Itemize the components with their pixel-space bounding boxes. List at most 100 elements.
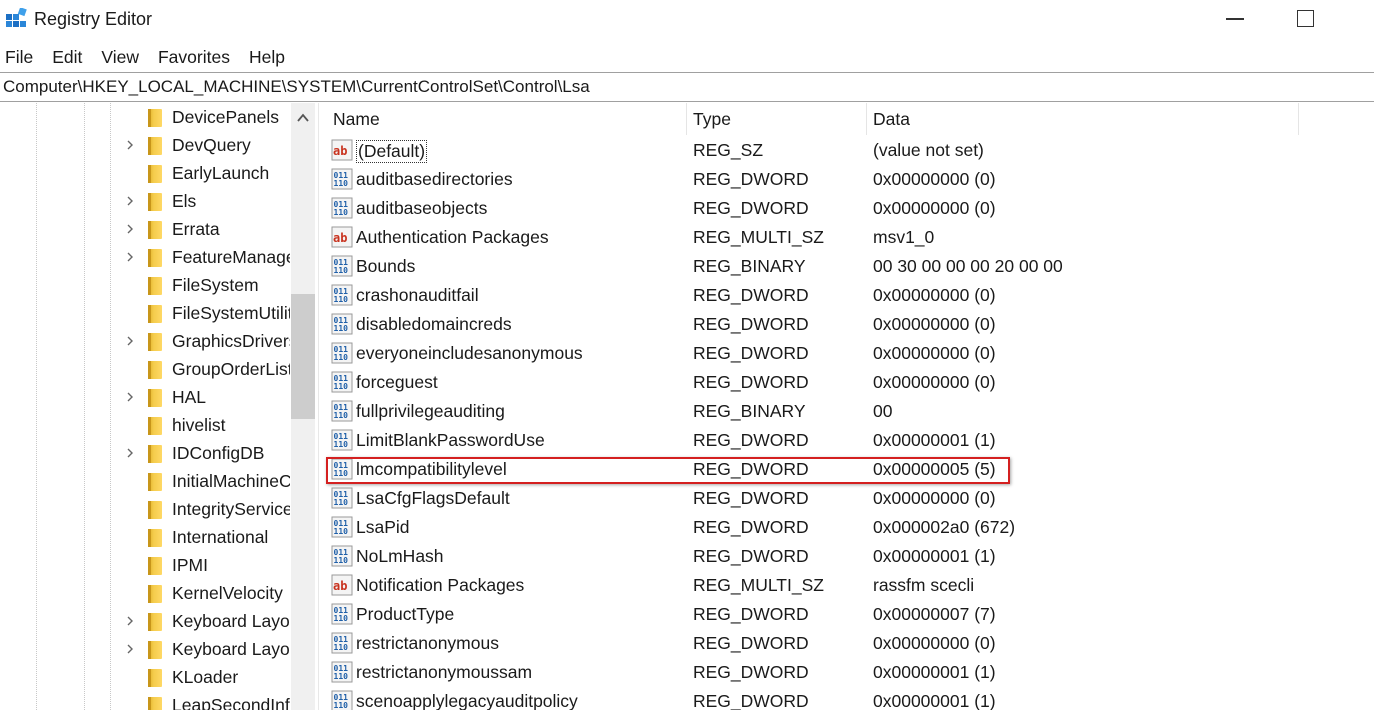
value-name: Bounds bbox=[356, 256, 416, 276]
menu-file[interactable]: File bbox=[0, 44, 33, 70]
value-row[interactable]: 011 110 LimitBlankPasswordUse REG_DWORD 0x00… bbox=[323, 426, 1374, 455]
value-row[interactable]: 011 110 LsaPid REG_DWORD 0x000002a0 (672) bbox=[323, 513, 1374, 542]
tree-item[interactable]: Els bbox=[0, 188, 290, 216]
tree-item-label: GroupOrderList bbox=[172, 359, 290, 379]
svg-text:110: 110 bbox=[334, 382, 349, 391]
binary-value-icon: 011110 bbox=[331, 400, 353, 422]
column-header-name[interactable]: Name bbox=[333, 109, 380, 130]
column-divider[interactable] bbox=[866, 103, 867, 135]
chevron-right-icon[interactable] bbox=[125, 448, 135, 458]
folder-icon bbox=[148, 697, 162, 710]
folder-icon bbox=[148, 529, 162, 547]
tree-item[interactable]: KernelVelocity bbox=[0, 580, 290, 608]
value-data: 00 bbox=[873, 401, 893, 421]
chevron-right-icon[interactable] bbox=[125, 336, 135, 346]
value-row[interactable]: 011 110 crashonauditfail REG_DWORD 0x0000000… bbox=[323, 281, 1374, 310]
folder-icon bbox=[148, 473, 162, 491]
binary-value-icon: 011110 bbox=[331, 197, 353, 219]
column-divider[interactable] bbox=[686, 103, 687, 135]
tree-item[interactable]: International bbox=[0, 524, 290, 552]
tree-item[interactable]: FeatureManage bbox=[0, 244, 290, 272]
tree-scrollbar-thumb[interactable] bbox=[291, 294, 315, 419]
tree-item-label: International bbox=[172, 527, 269, 547]
tree-item[interactable]: IDConfigDB bbox=[0, 440, 290, 468]
value-row[interactable]: 011 110 auditbasedirectories REG_DWORD 0x000… bbox=[323, 165, 1374, 194]
tree-item-label: DevicePanels bbox=[172, 107, 279, 127]
chevron-right-icon[interactable] bbox=[125, 224, 135, 234]
chevron-right-icon[interactable] bbox=[125, 392, 135, 402]
tree-item-label: Keyboard Layo bbox=[172, 639, 290, 659]
value-row[interactable]: 011 110 restrictanonymous REG_DWORD 0x000000… bbox=[323, 629, 1374, 658]
value-row[interactable]: 011 110 fullprivilegeauditing REG_BINARY 00 bbox=[323, 397, 1374, 426]
value-row[interactable]: 011 110 NoLmHash REG_DWORD 0x00000001 (1) bbox=[323, 542, 1374, 571]
folder-icon bbox=[148, 249, 162, 267]
value-row[interactable]: 011 110 LsaCfgFlagsDefault REG_DWORD 0x00000… bbox=[323, 484, 1374, 513]
tree-item[interactable]: InitialMachineC bbox=[0, 468, 290, 496]
chevron-right-icon[interactable] bbox=[125, 140, 135, 150]
chevron-right-icon[interactable] bbox=[125, 644, 135, 654]
menu-view[interactable]: View bbox=[96, 44, 139, 70]
svg-text:110: 110 bbox=[334, 353, 349, 362]
menu-help[interactable]: Help bbox=[244, 44, 285, 70]
string-value-icon: ab bbox=[331, 226, 353, 248]
tree-item[interactable]: FileSystemUtilit bbox=[0, 300, 290, 328]
highlight-box bbox=[326, 457, 1010, 484]
folder-icon bbox=[148, 669, 162, 687]
folder-icon bbox=[148, 277, 162, 295]
column-header-data[interactable]: Data bbox=[873, 109, 910, 130]
tree-item[interactable]: GroupOrderList bbox=[0, 356, 290, 384]
maximize-icon[interactable] bbox=[1297, 10, 1314, 27]
binary-value-icon: 011110 bbox=[331, 487, 353, 509]
chevron-right-icon[interactable] bbox=[125, 196, 135, 206]
value-row[interactable]: 011 110 ProductType REG_DWORD 0x00000007 (7) bbox=[323, 600, 1374, 629]
tree-item[interactable]: Keyboard Layo bbox=[0, 608, 290, 636]
minimize-icon[interactable] bbox=[1226, 18, 1244, 20]
value-row[interactable]: 011 110 auditbaseobjects REG_DWORD 0x0000000… bbox=[323, 194, 1374, 223]
value-row[interactable]: ab (Default) REG_SZ (value not set) bbox=[323, 136, 1374, 165]
value-type: REG_BINARY bbox=[693, 401, 806, 421]
tree-item[interactable]: HAL bbox=[0, 384, 290, 412]
menu-favorites[interactable]: Favorites bbox=[153, 44, 230, 70]
value-name: restrictanonymoussam bbox=[356, 662, 533, 682]
tree-item[interactable]: FileSystem bbox=[0, 272, 290, 300]
value-name: (Default) bbox=[356, 140, 428, 163]
value-row[interactable]: 011 110 restrictanonymoussam REG_DWORD 0x000… bbox=[323, 658, 1374, 687]
value-type: REG_MULTI_SZ bbox=[693, 227, 824, 247]
column-divider[interactable] bbox=[1298, 103, 1299, 135]
value-row[interactable]: 011 110 Bounds REG_BINARY 00 30 00 00 00 20 … bbox=[323, 252, 1374, 281]
value-row[interactable]: ab Authentication Packages REG_MULTI_SZ msv… bbox=[323, 223, 1374, 252]
value-data: 0x000002a0 (672) bbox=[873, 517, 1016, 537]
binary-value-icon: 011110 bbox=[331, 661, 353, 683]
address-bar[interactable]: Computer\HKEY_LOCAL_MACHINE\SYSTEM\Curre… bbox=[0, 72, 1374, 102]
tree-item[interactable]: Errata bbox=[0, 216, 290, 244]
chevron-right-icon[interactable] bbox=[125, 252, 135, 262]
tree-item[interactable]: hivelist bbox=[0, 412, 290, 440]
tree-item[interactable]: Keyboard Layo bbox=[0, 636, 290, 664]
value-row[interactable]: ab Notification Packages REG_MULTI_SZ rassf… bbox=[323, 571, 1374, 600]
tree-item[interactable]: IPMI bbox=[0, 552, 290, 580]
binary-value-icon: 011110 bbox=[331, 342, 353, 364]
tree-item[interactable]: GraphicsDrivers bbox=[0, 328, 290, 356]
binary-value-icon: 011110 bbox=[331, 371, 353, 393]
value-row[interactable]: 011 110 disabledomaincreds REG_DWORD 0x00000… bbox=[323, 310, 1374, 339]
value-row[interactable]: 011 110 scenoapplylegacyauditpolicy REG_DWO… bbox=[323, 687, 1374, 710]
chevron-right-icon[interactable] bbox=[125, 616, 135, 626]
string-value-icon: ab bbox=[331, 139, 353, 161]
tree-item[interactable]: IntegrityService bbox=[0, 496, 290, 524]
svg-text:110: 110 bbox=[334, 701, 349, 710]
column-header-type[interactable]: Type bbox=[693, 109, 731, 130]
menu-edit[interactable]: Edit bbox=[47, 44, 82, 70]
tree-item[interactable]: DevicePanels bbox=[0, 104, 290, 132]
value-row[interactable]: 011 110 forceguest REG_DWORD 0x00000000 (0) bbox=[323, 368, 1374, 397]
tree-item-label: FileSystem bbox=[172, 275, 259, 295]
tree-item[interactable]: KLoader bbox=[0, 664, 290, 692]
value-row[interactable]: 011 110 everyoneincludesanonymous REG_DWORD… bbox=[323, 339, 1374, 368]
tree-item[interactable]: LeapSecondInf bbox=[0, 692, 290, 710]
tree-item[interactable]: EarlyLaunch bbox=[0, 160, 290, 188]
tree-item[interactable]: DevQuery bbox=[0, 132, 290, 160]
value-type: REG_SZ bbox=[693, 140, 764, 160]
chevron-up-icon[interactable] bbox=[296, 111, 310, 125]
address-path[interactable]: Computer\HKEY_LOCAL_MACHINE\SYSTEM\Curre… bbox=[3, 77, 590, 97]
value-type: REG_DWORD bbox=[693, 372, 809, 392]
folder-icon bbox=[148, 361, 162, 379]
